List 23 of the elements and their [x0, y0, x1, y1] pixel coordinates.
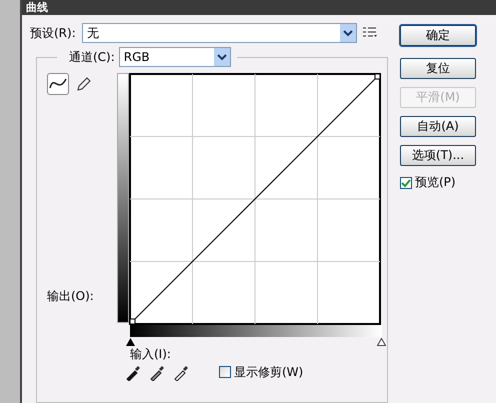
menu-icon[interactable]	[362, 27, 377, 39]
show-clipping-label: 显示修剪(W)	[234, 364, 304, 380]
curve-graph[interactable]	[129, 73, 381, 325]
eyedropper-icon[interactable]	[173, 363, 191, 381]
dialog-button[interactable]: 自动(A)	[400, 116, 476, 137]
show-clipping-checkbox[interactable]	[219, 366, 231, 378]
input-label: 输入(I):	[130, 346, 172, 363]
eyedropper-icon[interactable]	[125, 363, 143, 381]
window-title: 曲线	[26, 1, 48, 14]
dialog-button[interactable]: 确定	[400, 25, 476, 46]
preview-checkbox[interactable]	[400, 176, 412, 188]
output-label: 输出(O):	[47, 288, 95, 305]
preview-label: 预览(P)	[415, 174, 456, 191]
curve-icon	[49, 77, 67, 91]
curve-tool-button[interactable]	[47, 73, 69, 95]
dialog-button[interactable]: 选项(T)...	[400, 145, 476, 166]
pencil-icon	[76, 76, 92, 92]
eyedropper-icon[interactable]	[149, 363, 167, 381]
preset-dropdown[interactable]: 无	[82, 23, 357, 43]
channel-label: 通道(C):	[69, 48, 115, 66]
dialog-button[interactable]: 复位	[400, 58, 476, 79]
channel-dropdown[interactable]: RGB	[118, 47, 231, 67]
preset-label: 预设(R):	[30, 24, 76, 42]
